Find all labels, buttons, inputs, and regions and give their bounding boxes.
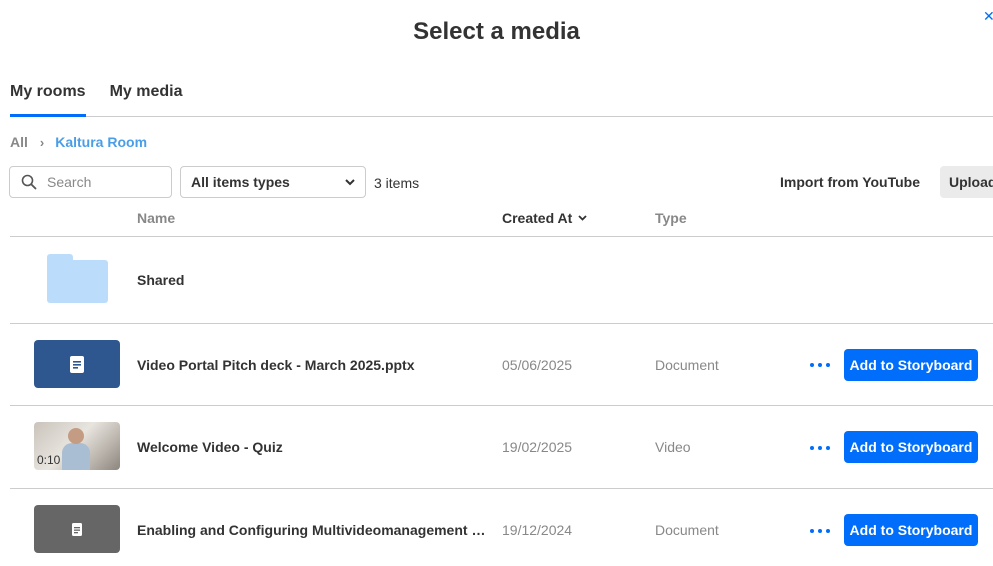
row-type: Document — [655, 357, 719, 373]
chevron-down-icon — [345, 178, 355, 185]
more-options-icon[interactable] — [810, 526, 830, 536]
table-row[interactable]: Shared — [10, 236, 993, 323]
item-count: 3 items — [374, 175, 420, 191]
table-row[interactable]: Video Portal Pitch deck - March 2025.ppt… — [10, 323, 993, 405]
document-icon — [72, 522, 82, 536]
column-header-name: Name — [137, 210, 176, 226]
tab-my-rooms[interactable]: My rooms — [10, 80, 86, 117]
folder-icon — [47, 254, 108, 303]
add-to-storyboard-button[interactable]: Add to Storyboard — [844, 431, 978, 463]
select-media-dialog: ✕ Select a media My rooms My media All ›… — [0, 0, 993, 566]
search-input[interactable] — [47, 174, 157, 190]
chevron-right-icon: › — [39, 134, 45, 150]
import-from-youtube-button[interactable]: Import from YouTube — [780, 174, 920, 190]
column-header-created-at-label: Created At — [502, 210, 573, 226]
breadcrumb-all-link[interactable]: All — [10, 134, 28, 150]
row-name[interactable]: Shared — [137, 272, 184, 288]
breadcrumb-current[interactable]: Kaltura Room — [55, 134, 147, 150]
document-thumbnail — [34, 340, 120, 388]
video-thumbnail: 0:10 — [34, 422, 120, 470]
row-name[interactable]: Enabling and Configuring Multivideomanag… — [137, 522, 487, 538]
dialog-title: Select a media — [413, 18, 580, 45]
row-created-date: 19/02/2025 — [502, 439, 573, 455]
document-thumbnail — [34, 505, 120, 553]
row-created-date: 05/06/2025 — [502, 357, 573, 373]
column-header-type: Type — [655, 210, 687, 226]
more-options-icon[interactable] — [810, 443, 830, 453]
add-to-storyboard-button[interactable]: Add to Storyboard — [844, 349, 978, 381]
video-duration: 0:10 — [37, 453, 61, 467]
row-name[interactable]: Welcome Video - Quiz — [137, 439, 283, 455]
row-created-date: 19/12/2024 — [502, 522, 573, 538]
breadcrumb: All › Kaltura Room — [10, 134, 147, 150]
search-icon — [21, 174, 37, 190]
add-to-storyboard-button[interactable]: Add to Storyboard — [844, 514, 978, 546]
row-type: Video — [655, 439, 691, 455]
row-type: Document — [655, 522, 719, 538]
tab-bar: My rooms My media — [10, 80, 993, 117]
table-row[interactable]: Enabling and Configuring Multivideomanag… — [10, 488, 993, 566]
table-row[interactable]: 0:10 Welcome Video - Quiz 19/02/2025 Vid… — [10, 405, 993, 488]
tab-my-media[interactable]: My media — [110, 80, 183, 116]
item-type-select-value: All items types — [191, 174, 290, 190]
column-header-created-at[interactable]: Created At — [502, 210, 587, 226]
search-box[interactable] — [9, 166, 172, 198]
more-options-icon[interactable] — [810, 360, 830, 370]
row-name[interactable]: Video Portal Pitch deck - March 2025.ppt… — [137, 357, 415, 373]
document-icon — [70, 355, 84, 373]
item-type-select[interactable]: All items types — [180, 166, 366, 198]
upload-button[interactable]: Upload — [940, 166, 993, 198]
sort-chevron-down-icon — [578, 215, 587, 221]
